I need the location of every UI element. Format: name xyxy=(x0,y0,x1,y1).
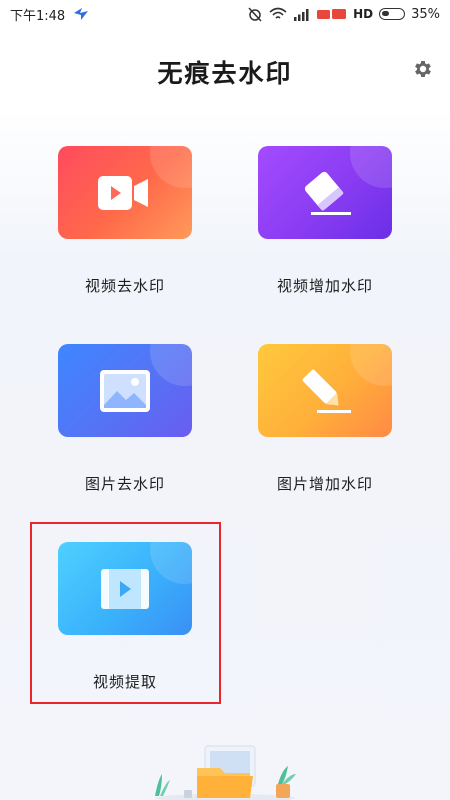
eraser-icon xyxy=(297,168,353,218)
video-camera-icon xyxy=(98,175,152,211)
tile-card xyxy=(258,146,392,239)
tile-card xyxy=(258,344,392,437)
tile-video-add-watermark[interactable]: 视频增加水印 xyxy=(241,146,409,296)
alarm-off-icon xyxy=(247,6,263,22)
bird-icon xyxy=(73,7,89,21)
status-left: 下午1:48 xyxy=(10,5,89,24)
signal-icon xyxy=(293,8,311,21)
wifi-icon xyxy=(269,7,287,21)
image-icon xyxy=(99,369,151,413)
header: 无痕去水印 xyxy=(0,48,450,98)
tile-label: 图片增加水印 xyxy=(276,475,373,493)
tile-label: 视频增加水印 xyxy=(276,277,373,295)
battery-percent: 35% xyxy=(411,6,440,22)
selection-highlight-box xyxy=(30,522,221,704)
pencil-icon xyxy=(297,366,353,416)
gear-icon xyxy=(412,58,434,80)
tile-label: 图片去水印 xyxy=(84,475,165,493)
status-right: HD 35% xyxy=(247,6,440,22)
tile-image-add-watermark[interactable]: 图片增加水印 xyxy=(241,344,409,494)
notification-icon xyxy=(317,8,347,20)
tile-card xyxy=(58,344,192,437)
bottom-illustration xyxy=(150,740,300,800)
battery-icon xyxy=(379,8,406,20)
tile-image-remove-watermark[interactable]: 图片去水印 xyxy=(41,344,209,494)
app-screen: 下午1:48 HD 35% 无痕去水印 视频去水印 视频增加水印 图片去水印 图… xyxy=(0,0,450,800)
settings-button[interactable] xyxy=(412,58,434,80)
tile-video-remove-watermark[interactable]: 视频去水印 xyxy=(41,146,209,296)
status-time: 下午1:48 xyxy=(10,8,66,24)
page-title: 无痕去水印 xyxy=(157,59,293,88)
status-bar: 下午1:48 HD 35% xyxy=(0,0,450,28)
tile-card xyxy=(58,146,192,239)
tile-label: 视频去水印 xyxy=(84,277,165,295)
network-type: HD xyxy=(353,7,374,21)
